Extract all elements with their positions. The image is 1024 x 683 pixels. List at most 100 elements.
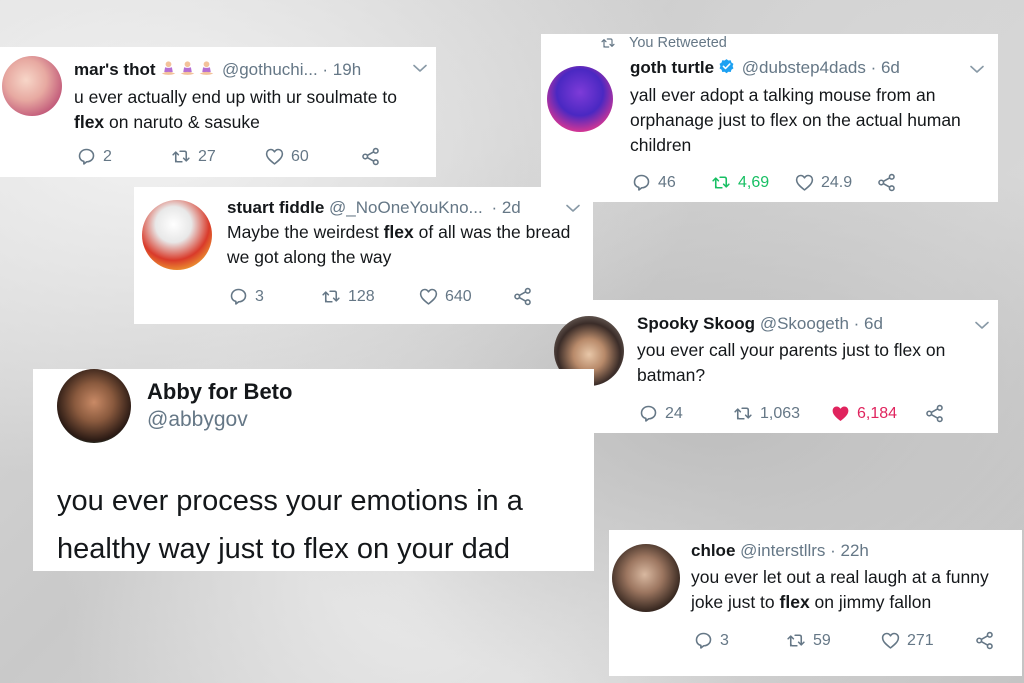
share-icon (512, 286, 533, 307)
share-button[interactable] (974, 630, 995, 651)
chevron-down-icon[interactable] (413, 64, 427, 73)
verified-badge-icon (719, 59, 734, 74)
avatar[interactable] (57, 369, 131, 443)
tweet-actions: 24 1,063 6,184 (638, 403, 945, 424)
timestamp[interactable]: · 2d (491, 198, 520, 217)
heart-icon (264, 146, 285, 167)
tweet-actions: 2 27 60 (76, 146, 381, 167)
timestamp[interactable]: · 6d (871, 58, 900, 77)
tweet-text: yall ever adopt a talking mouse from an … (630, 85, 961, 155)
woman-in-lotus-icon (161, 61, 176, 75)
like-button[interactable]: 6,184 (830, 403, 924, 424)
like-count: 24.9 (821, 173, 853, 191)
retweet-button[interactable]: 1,063 (732, 403, 830, 424)
retweet-icon (599, 35, 617, 51)
retweet-indicator: You Retweeted (599, 35, 727, 51)
tweet-card-stuart-fiddle[interactable]: stuart fiddle @_NoOneYouKno... · 2d Mayb… (134, 187, 593, 324)
tweet-text: u ever actually end up with ur soulmate … (74, 87, 397, 132)
retweet-icon (785, 630, 807, 651)
tweet-card-mars-thot[interactable]: mar's thot @gothuchi... · 19h u ever act… (0, 47, 436, 177)
timestamp[interactable]: · 6d (854, 314, 883, 333)
like-count: 60 (291, 147, 309, 165)
display-name[interactable]: chloe (691, 541, 735, 560)
timestamp[interactable]: · 22h (830, 541, 869, 560)
reply-icon (631, 172, 652, 193)
like-count: 271 (907, 631, 934, 649)
tweet-text: you ever process your emotions in a heal… (57, 485, 523, 565)
retweet-count: 4,69 (738, 173, 770, 191)
retweet-icon (320, 286, 342, 307)
avatar[interactable] (2, 56, 62, 116)
retweet-button[interactable]: 59 (785, 630, 880, 651)
share-icon (974, 630, 995, 651)
reply-count: 46 (658, 173, 676, 191)
avatar[interactable] (612, 544, 680, 612)
like-count: 6,184 (857, 404, 898, 422)
chevron-down-icon[interactable] (975, 321, 989, 330)
retweet-count: 1,063 (760, 404, 801, 422)
like-count: 640 (445, 287, 472, 305)
like-button[interactable]: 640 (418, 286, 512, 307)
retweet-count: 128 (348, 287, 375, 305)
reply-count: 3 (255, 287, 264, 305)
retweet-button[interactable]: 27 (170, 146, 264, 167)
tweet-actions: 3 59 271 (693, 630, 995, 651)
heart-icon (880, 630, 901, 651)
handle[interactable]: @_NoOneYouKno... (329, 198, 483, 217)
reply-count: 3 (720, 631, 729, 649)
woman-in-lotus-icon (199, 61, 214, 75)
like-button[interactable]: 271 (880, 630, 974, 651)
reply-button[interactable]: 3 (693, 630, 785, 651)
share-icon (360, 146, 381, 167)
share-icon (924, 403, 945, 424)
reply-count: 2 (103, 147, 112, 165)
woman-in-lotus-icon (180, 61, 195, 75)
reply-icon (693, 630, 714, 651)
tweet-text: you ever let out a real laugh at a funny… (691, 567, 989, 612)
handle[interactable]: @dubstep4dads (742, 58, 866, 77)
heart-filled-icon (830, 403, 851, 424)
share-button[interactable] (512, 286, 533, 307)
reply-button[interactable]: 2 (76, 146, 170, 167)
retweet-count: 27 (198, 147, 216, 165)
tweet-actions: 46 4,69 24.9 (631, 172, 897, 193)
tweet-card-spooky-skoog[interactable]: Spooky Skoog @Skoogeth · 6d you ever cal… (554, 300, 998, 433)
reply-icon (76, 146, 97, 167)
display-name[interactable]: goth turtle (630, 58, 714, 77)
tweet-card-abby-for-beto[interactable]: Abby for Beto @abbygov you ever process … (33, 369, 594, 571)
avatar[interactable] (547, 66, 613, 132)
retweet-icon (732, 403, 754, 424)
timestamp[interactable]: · 19h (322, 60, 361, 79)
reply-button[interactable]: 46 (631, 172, 710, 193)
tweet-card-chloe[interactable]: chloe @interstllrs · 22h you ever let ou… (609, 530, 1022, 676)
share-button[interactable] (876, 172, 897, 193)
retweet-count: 59 (813, 631, 831, 649)
display-name[interactable]: stuart fiddle (227, 198, 324, 217)
display-name[interactable]: mar's thot (74, 60, 156, 79)
tweet-actions: 3 128 640 (228, 286, 533, 307)
tweet-text: Maybe the weirdest flex of all was the b… (227, 222, 571, 267)
tweet-card-goth-turtle[interactable]: You Retweeted goth turtle @dubstep4dads … (541, 34, 998, 202)
chevron-down-icon[interactable] (970, 65, 984, 74)
retweet-button[interactable]: 128 (320, 286, 418, 307)
share-button[interactable] (924, 403, 945, 424)
reply-icon (638, 403, 659, 424)
handle[interactable]: @gothuchi... (222, 60, 318, 79)
reply-icon (228, 286, 249, 307)
display-name[interactable]: Abby for Beto (147, 379, 292, 405)
retweet-icon (170, 146, 192, 167)
share-icon (876, 172, 897, 193)
reply-button[interactable]: 24 (638, 403, 732, 424)
like-button[interactable]: 24.9 (794, 172, 876, 193)
handle[interactable]: @abbygov (147, 408, 248, 432)
handle[interactable]: @interstllrs (740, 541, 825, 560)
handle[interactable]: @Skoogeth (760, 314, 849, 333)
reply-button[interactable]: 3 (228, 286, 320, 307)
avatar[interactable] (142, 200, 212, 270)
chevron-down-icon[interactable] (566, 204, 580, 213)
display-name[interactable]: Spooky Skoog (637, 314, 755, 333)
heart-icon (418, 286, 439, 307)
like-button[interactable]: 60 (264, 146, 360, 167)
share-button[interactable] (360, 146, 381, 167)
retweet-button[interactable]: 4,69 (710, 172, 794, 193)
